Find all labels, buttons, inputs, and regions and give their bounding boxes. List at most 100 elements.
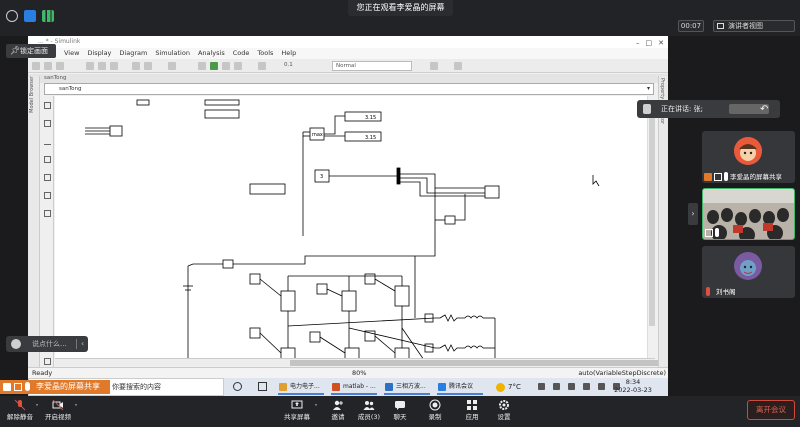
chat-input-pill[interactable]: 说点什么... ‹ <box>6 336 88 352</box>
vertical-scrollbar[interactable] <box>647 96 655 358</box>
lock-screen-button[interactable]: 📌︎ 锁定画面 <box>6 44 56 58</box>
layout-grid-icon[interactable] <box>454 62 462 70</box>
meeting-app-icon <box>438 383 446 391</box>
zoom-icon[interactable] <box>44 102 51 109</box>
stop-time[interactable]: 0.1 <box>284 62 293 68</box>
run-icon[interactable] <box>210 62 218 70</box>
model-browser-panel[interactable] <box>28 76 40 368</box>
forward-icon[interactable] <box>98 62 106 70</box>
advisor-icon[interactable] <box>430 62 438 70</box>
mic-muted-icon <box>706 287 710 296</box>
clock-date: 2022-03-23 <box>614 386 652 394</box>
new-icon[interactable] <box>32 62 40 70</box>
open-icon[interactable] <box>44 62 52 70</box>
signal-icon[interactable] <box>42 10 54 22</box>
network-icon[interactable] <box>538 383 545 390</box>
chat-icon <box>395 401 405 410</box>
menu-analysis[interactable]: Analysis <box>198 48 225 59</box>
menu-view[interactable]: View <box>64 48 79 59</box>
block-diagram: max 3.15 3.15 3 <box>85 99 600 358</box>
model-tab[interactable]: sanTong <box>28 74 668 83</box>
info-icon[interactable] <box>6 10 18 22</box>
cartoon-avatar-icon <box>734 137 762 165</box>
chevron-right-icon[interactable]: › <box>688 203 698 225</box>
arrow-icon[interactable] <box>44 138 51 145</box>
back-icon[interactable] <box>86 62 94 70</box>
chevron-left-icon[interactable]: ‹ <box>81 336 84 352</box>
step-forward-icon[interactable] <box>222 62 230 70</box>
scope-icon[interactable] <box>258 62 266 70</box>
step-back-icon[interactable] <box>198 62 206 70</box>
model-path-bar[interactable]: sanTong ▾ <box>44 83 654 95</box>
horizontal-scrollbar[interactable] <box>55 358 668 366</box>
presenter-tag: 李爱晶的屏幕共享 <box>0 380 110 394</box>
view-mode-button[interactable]: 演讲者视图 <box>713 20 795 32</box>
taskbar-item-meeting[interactable]: 腾讯会议 <box>437 379 483 395</box>
image-icon[interactable] <box>44 174 51 181</box>
area-icon[interactable] <box>44 192 51 199</box>
grid-icon[interactable] <box>168 62 176 70</box>
display-1-value: 3.15 <box>365 115 376 121</box>
dropdown-arrow-icon[interactable]: ▾ <box>647 84 650 94</box>
invite-icon <box>333 400 343 410</box>
taskbar-item-matlab[interactable]: matlab - ... <box>331 379 377 395</box>
hide-panel-icon[interactable] <box>44 358 51 365</box>
sim-mode-select[interactable]: Normal <box>332 61 412 71</box>
record-button[interactable]: 录制 <box>415 399 455 425</box>
settings-icon[interactable] <box>144 62 152 70</box>
weather-widget[interactable]: 7°C <box>496 379 521 395</box>
settings-button[interactable]: 设置 <box>484 399 524 425</box>
annotation-icon[interactable] <box>44 156 51 163</box>
diagram-tools <box>41 96 54 368</box>
task-view-icon[interactable] <box>258 382 267 391</box>
weather-temp: 7°C <box>508 383 521 391</box>
chat-button[interactable]: 聊天 <box>380 399 420 425</box>
wifi-icon[interactable] <box>583 383 590 390</box>
up-icon[interactable] <box>110 62 118 70</box>
menu-display[interactable]: Display <box>87 48 111 59</box>
chevron-up-icon: ˄ <box>74 403 78 411</box>
menu-simulation[interactable]: Simulation <box>155 48 190 59</box>
menu-diagram[interactable]: Diagram <box>119 48 147 59</box>
menu-tools[interactable]: Tools <box>257 48 273 59</box>
shared-screen: ... * - Simulink – □ ✕ View Display Diag… <box>28 36 668 378</box>
speaker-icon[interactable] <box>598 383 605 390</box>
participant-tile-camera[interactable] <box>702 188 795 240</box>
taskbar-item-label: 电力电子... <box>290 383 320 390</box>
user-icon <box>3 383 11 391</box>
participant-tile-share[interactable]: 李爱晶的屏幕共享 <box>702 131 795 183</box>
block-bus <box>396 167 401 185</box>
presenter-name: 李爱晶的屏幕共享 <box>36 382 100 391</box>
settings-icon <box>499 400 509 410</box>
constant-value: 3 <box>320 174 323 180</box>
checkbox-icon[interactable] <box>44 210 51 217</box>
system-clock[interactable]: 8:34 2022-03-23 <box>611 378 655 394</box>
taskbar-item-power[interactable]: 电力电子... <box>278 379 324 395</box>
menu-help[interactable]: Help <box>281 48 296 59</box>
volume-icon[interactable] <box>553 383 560 390</box>
matlab-icon <box>332 383 340 391</box>
cortana-icon[interactable] <box>233 382 242 391</box>
menu-code[interactable]: Code <box>233 48 250 59</box>
system-tray <box>538 383 620 390</box>
save-icon[interactable] <box>56 62 64 70</box>
block-measure <box>222 259 234 269</box>
taskbar-item-simulink[interactable]: 三相方波... <box>384 379 430 395</box>
block-igbt-2 <box>394 347 410 358</box>
model-canvas[interactable]: max 3.15 3.15 3 <box>55 96 655 358</box>
status-solver[interactable]: auto(VariableStepDiscrete) <box>578 368 666 378</box>
fit-view-icon[interactable] <box>44 120 51 127</box>
participant-tile-liu[interactable]: 刘书阁 <box>702 246 795 298</box>
vertical-scroll-thumb[interactable] <box>649 106 655 326</box>
stop-icon[interactable] <box>234 62 242 70</box>
horizontal-scroll-thumb[interactable] <box>290 360 668 366</box>
screen-share-icon <box>14 383 22 391</box>
library-icon[interactable] <box>132 62 140 70</box>
participant-name: 李爱晶的屏幕共享 <box>730 173 782 181</box>
tray-app-icon[interactable] <box>568 383 575 390</box>
video-options-chevron[interactable]: ˄ <box>71 399 81 425</box>
reply-icon[interactable]: ↶ <box>760 101 768 119</box>
taskbar-item-label: 三相方波... <box>396 383 426 390</box>
shield-icon[interactable] <box>24 10 36 22</box>
leave-meeting-button[interactable]: 离开会议 <box>747 400 795 420</box>
